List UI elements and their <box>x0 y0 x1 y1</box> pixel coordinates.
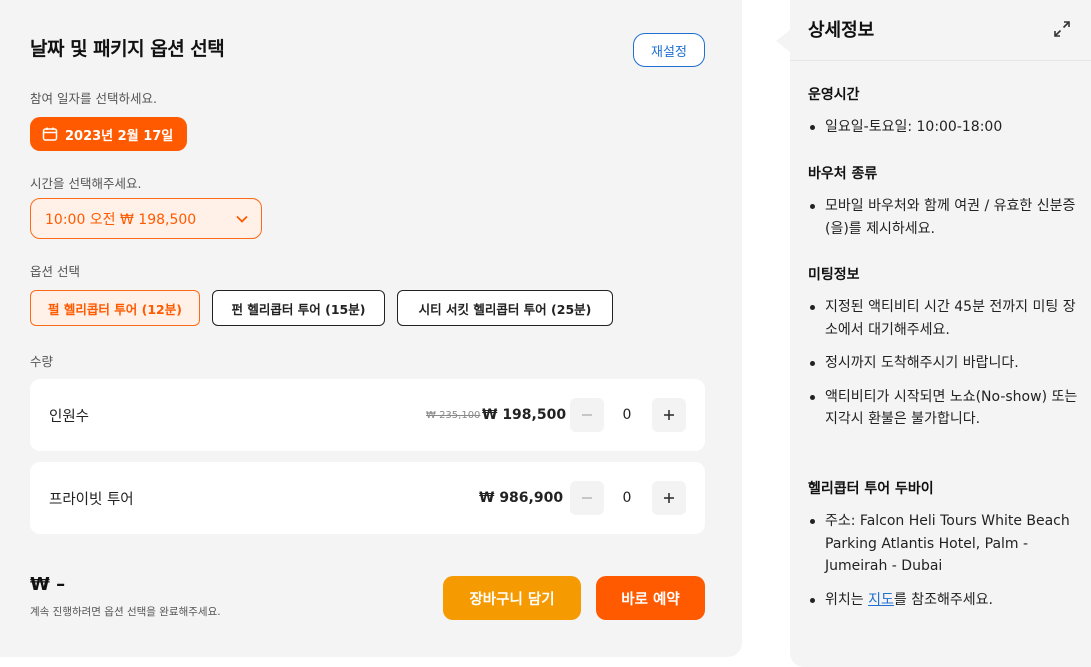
meeting-list: 지정된 액티비티 시간 45분 전까지 미팅 장소에서 대기해주세요. 정시까지… <box>808 296 1078 442</box>
reset-button[interactable]: 재설정 <box>633 33 705 67</box>
date-label: 참여 일자를 선택하세요. <box>30 91 157 106</box>
option-chip-fun[interactable]: 펀 헬리콥터 투어 (15분) <box>212 290 385 326</box>
time-label: 시간을 선택해주세요. <box>30 176 142 191</box>
book-now-button[interactable]: 바로 예약 <box>596 576 705 620</box>
section-heading-meeting: 미팅정보 <box>808 267 860 283</box>
plus-icon <box>664 493 674 503</box>
quantity-row-persons: 인원수 ₩ 235,100 ₩ 198,500 0 <box>30 379 705 451</box>
sale-price: ₩ 198,500 <box>482 407 567 423</box>
original-price: ₩ 235,100 <box>426 409 481 421</box>
details-title: 상세정보 <box>808 20 875 41</box>
panel-pointer <box>776 30 790 52</box>
quantity-name: 인원수 <box>49 408 90 425</box>
map-prefix: 위치는 <box>825 591 869 608</box>
quantity-value: 0 <box>622 490 632 506</box>
list-item: 주소: Falcon Heli Tours White Beach Parkin… <box>808 510 1078 578</box>
section-heading-location: 헬리콥터 투어 두바이 <box>808 481 934 497</box>
time-select[interactable]: 10:00 오전 ₩ 198,500 <box>30 198 262 239</box>
list-item: 액티비티가 시작되면 노쇼(No-show) 또는 지각시 환불은 불가합니다. <box>808 386 1078 431</box>
add-to-cart-button[interactable]: 장바구니 담기 <box>443 576 581 620</box>
date-selector-button[interactable]: 2023년 2월 17일 <box>30 117 188 151</box>
total-price: ₩ – <box>30 574 66 595</box>
details-panel: 상세정보 운영시간 일요일-토요일: 10:00-18:00 바우처 종류 모바… <box>790 0 1091 667</box>
option-chip-pearl[interactable]: 펄 헬리콥터 투어 (12분) <box>30 290 200 326</box>
booking-panel: 날짜 및 패키지 옵션 선택 재설정 참여 일자를 선택하세요. 2023년 2… <box>0 0 742 657</box>
voucher-list: 모바일 바우처와 함께 여권 / 유효한 신분증(을)를 제시하세요. <box>808 195 1078 251</box>
list-item: 일요일-토요일: 10:00-18:00 <box>808 116 1078 139</box>
decrement-button[interactable] <box>570 481 604 515</box>
panel-title: 날짜 및 패키지 옵션 선택 <box>30 38 225 60</box>
total-note: 계속 진행하려면 옵션 선택을 완료해주세요. <box>30 606 221 618</box>
list-item: 정시까지 도착해주시기 바랍니다. <box>808 352 1078 375</box>
time-value: 10:00 오전 ₩ 198,500 <box>45 211 197 228</box>
location-list: 주소: Falcon Heli Tours White Beach Parkin… <box>808 510 1078 622</box>
decrement-button[interactable] <box>570 398 604 432</box>
list-item-map: 위치는 지도를 참조해주세요. <box>808 589 1078 612</box>
quantity-name: 프라이빗 투어 <box>49 491 134 508</box>
list-item: 모바일 바우처와 함께 여권 / 유효한 신분증(을)를 제시하세요. <box>808 195 1078 240</box>
sale-price: ₩ 986,900 <box>479 490 564 506</box>
section-heading-hours: 운영시간 <box>808 87 860 103</box>
increment-button[interactable] <box>652 481 686 515</box>
list-item: 지정된 액티비티 시간 45분 전까지 미팅 장소에서 대기해주세요. <box>808 296 1078 341</box>
chevron-down-icon <box>236 215 248 223</box>
minus-icon <box>582 497 592 499</box>
quantity-value: 0 <box>622 407 632 423</box>
map-suffix: 를 참조해주세요. <box>893 591 993 608</box>
divider <box>790 60 1091 61</box>
map-link[interactable]: 지도 <box>868 592 894 608</box>
section-heading-voucher: 바우처 종류 <box>808 166 878 182</box>
hours-list: 일요일-토요일: 10:00-18:00 <box>808 116 1078 150</box>
option-label: 옵션 선택 <box>30 264 80 279</box>
increment-button[interactable] <box>652 398 686 432</box>
quantity-row-private: 프라이빗 투어 ₩ 986,900 0 <box>30 462 705 534</box>
date-value: 2023년 2월 17일 <box>65 128 174 144</box>
option-chip-city-circuit[interactable]: 시티 서킷 헬리콥터 투어 (25분) <box>397 290 613 326</box>
quantity-label: 수량 <box>30 354 54 369</box>
minus-icon <box>582 414 592 416</box>
plus-icon <box>664 410 674 420</box>
expand-icon[interactable] <box>1053 20 1071 38</box>
calendar-icon <box>42 127 58 141</box>
